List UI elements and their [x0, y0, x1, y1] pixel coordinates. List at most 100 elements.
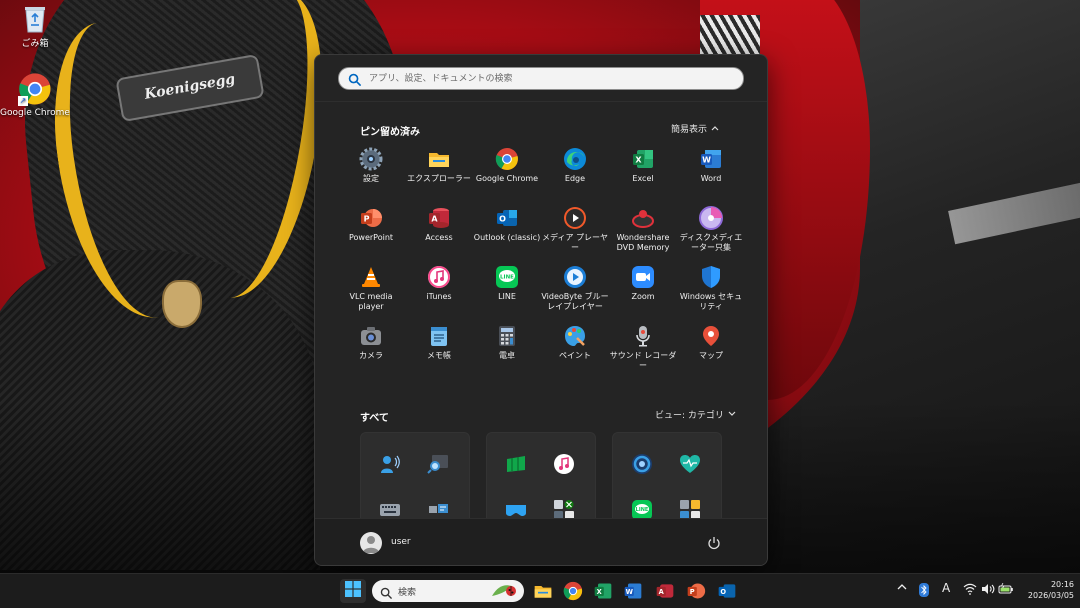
file-explorer-icon [533, 586, 553, 605]
word-icon: W [699, 147, 723, 171]
pinned-app-edge[interactable]: Edge [541, 147, 609, 206]
pinned-app-excel[interactable]: X Excel [609, 147, 677, 206]
search-highlight-ladybug-icon[interactable] [490, 582, 520, 604]
excel-icon: X [593, 583, 613, 605]
taskbar-app-chrome[interactable] [563, 581, 583, 601]
recycle-bin-icon [22, 4, 48, 34]
pinned-app-powerpoint[interactable]: P PowerPoint [337, 206, 405, 265]
svg-text:W: W [702, 156, 711, 165]
chrome-icon [563, 581, 583, 605]
pinned-app-maps[interactable]: マップ [677, 324, 745, 383]
svg-text:W: W [626, 588, 634, 596]
taskbar-app-outlook[interactable]: O [717, 581, 737, 601]
outlook-icon: O [495, 206, 519, 230]
calculator-icon [495, 324, 519, 348]
view-category-toggle[interactable]: ビュー: カテゴリ [655, 408, 736, 421]
power-button[interactable] [707, 535, 721, 554]
pinned-section-title: ピン留め済み [360, 127, 420, 138]
taskbar-app-powerpoint[interactable]: P [686, 581, 706, 601]
pinned-app-access[interactable]: A Access [405, 206, 473, 265]
compact-view-toggle[interactable]: 簡易表示 [671, 122, 719, 135]
desktop-icon-label: Google Chrome [0, 108, 70, 118]
app-label: ペイント [559, 351, 591, 360]
notepad-icon [427, 324, 451, 348]
start-search-input[interactable] [367, 69, 731, 89]
itunes-icon [553, 453, 575, 475]
pinned-app-chrome[interactable]: Google Chrome [473, 147, 541, 206]
access-icon: A [655, 584, 675, 605]
app-label: Access [425, 233, 453, 242]
disc-icon [699, 206, 723, 230]
search-divider [315, 101, 767, 102]
pinned-app-media-player[interactable]: メディア プレーヤー [541, 206, 609, 265]
pinned-app-zoom[interactable]: Zoom [609, 265, 677, 324]
app-label: サウンド レコーダー [609, 351, 677, 370]
app-label: ディスクメディエーター只集 [679, 233, 743, 252]
pinned-app-disc-mediator[interactable]: ディスクメディエーター只集 [677, 206, 745, 265]
pinned-app-itunes[interactable]: iTunes [405, 265, 473, 324]
app-label: VLC media player [349, 292, 393, 311]
powerpoint-icon: P [359, 206, 383, 230]
power-icon [707, 535, 721, 554]
category-folder-2[interactable] [486, 432, 596, 524]
magnifier-icon [427, 453, 449, 475]
start-button[interactable] [340, 579, 366, 603]
show-hidden-icons-button[interactable] [897, 583, 907, 594]
volume-tray-button[interactable] [981, 583, 995, 598]
ime-mode-indicator[interactable]: A [942, 581, 950, 595]
sound-recorder-icon [631, 324, 655, 348]
app-label: LINE [498, 292, 516, 301]
taskbar-app-excel[interactable]: X [593, 581, 613, 601]
app-label: Excel [632, 174, 654, 183]
taskbar-search-box[interactable]: 検索 [372, 580, 524, 602]
app-label: Outlook (classic) [473, 233, 541, 242]
pinned-app-dvd-memory[interactable]: Wondershare DVD Memory [609, 206, 677, 265]
pinned-app-videobyte[interactable]: VideoByte ブルーレイプレイヤー [541, 265, 609, 324]
taskbar-app-explorer[interactable] [533, 581, 553, 601]
pinned-app-word[interactable]: W Word [677, 147, 745, 206]
user-name[interactable]: user [391, 537, 411, 547]
pinned-app-explorer[interactable]: エクスプローラー [405, 147, 473, 206]
clock-time: 20:16 [1050, 580, 1074, 589]
pinned-app-line[interactable]: LINE LINE [473, 265, 541, 324]
network-tray-button[interactable] [963, 583, 977, 598]
category-folder-1[interactable] [360, 432, 470, 524]
search-icon [348, 71, 361, 90]
pinned-app-outlook[interactable]: O Outlook (classic) [473, 206, 541, 265]
battery-tray-button[interactable] [998, 582, 1014, 598]
pinned-app-vlc[interactable]: VLC media player [337, 265, 405, 324]
bluetooth-icon [919, 583, 929, 600]
file-explorer-icon [427, 147, 451, 171]
svg-text:X: X [635, 156, 642, 165]
desktop-icon-chrome[interactable]: ↗ Google Chrome [0, 72, 70, 118]
bluetooth-tray-button[interactable] [919, 583, 929, 600]
accessibility-icon [379, 453, 401, 475]
settings-gear-icon [359, 147, 383, 171]
pinned-app-paint[interactable]: ペイント [541, 324, 609, 383]
camera-icon [359, 324, 383, 348]
svg-text:A: A [431, 215, 438, 224]
pinned-app-notepad[interactable]: メモ帳 [405, 324, 473, 383]
shortcut-arrow-icon: ↗ [18, 96, 28, 106]
svg-text:O: O [499, 215, 506, 224]
avatar[interactable] [360, 532, 382, 554]
pinned-app-camera[interactable]: カメラ [337, 324, 405, 383]
view-category-label: ビュー: カテゴリ [655, 411, 724, 421]
category-folder-3[interactable]: LINE [612, 432, 722, 524]
pinned-app-calculator[interactable]: 電卓 [473, 324, 541, 383]
wallpaper-emblem [162, 280, 202, 328]
taskbar-app-word[interactable]: W [623, 581, 643, 601]
pinned-app-settings[interactable]: 設定 [337, 147, 405, 206]
taskbar-clock[interactable]: 20:16 2026/03/05 [1020, 579, 1074, 601]
security-shield-icon [699, 265, 723, 289]
desktop-icon-recycle-bin[interactable]: ごみ箱 [0, 4, 70, 49]
maps-icon [699, 324, 723, 348]
start-search-box[interactable] [338, 67, 744, 90]
pinned-app-windows-security[interactable]: Windows セキュリティ [677, 265, 745, 324]
app-label: メディア プレーヤー [542, 233, 608, 252]
chevron-down-icon [728, 410, 736, 420]
taskbar-app-access[interactable]: A [655, 581, 675, 601]
pinned-app-sound-recorder[interactable]: サウンド レコーダー [609, 324, 677, 383]
speaker-icon [981, 584, 995, 598]
category-folders: LINE [360, 432, 722, 524]
